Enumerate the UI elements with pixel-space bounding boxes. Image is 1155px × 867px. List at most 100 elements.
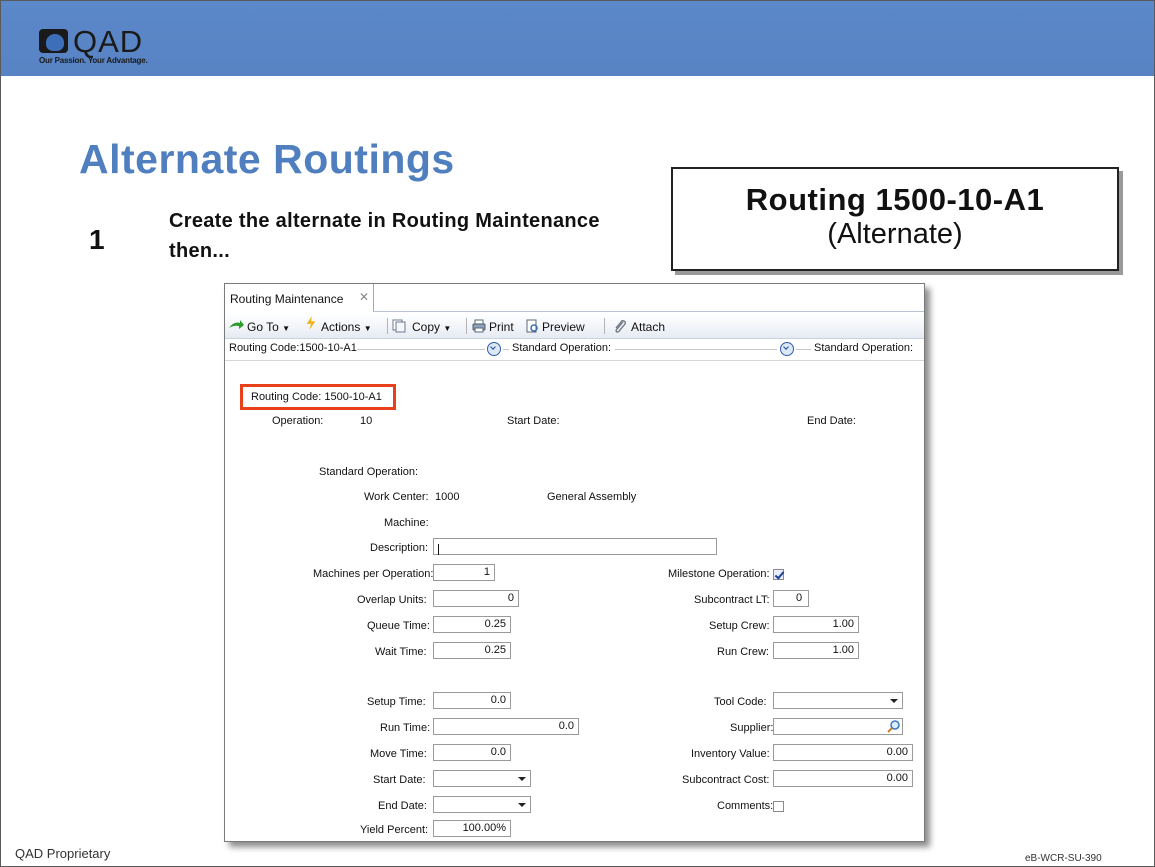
breadcrumb-standard-operation-2[interactable]: Standard Operation: xyxy=(814,342,913,354)
comments-checkbox[interactable] xyxy=(773,801,784,812)
end-date-header-label: End Date: xyxy=(807,415,856,427)
breadcrumb-standard-operation[interactable]: Standard Operation: xyxy=(512,342,611,354)
chevron-down-icon[interactable] xyxy=(780,342,794,356)
breadcrumb-line xyxy=(615,349,777,350)
tab-label: Routing Maintenance xyxy=(230,292,344,306)
milestone-operation-label: Milestone Operation: xyxy=(668,568,770,580)
toolbar-separator xyxy=(466,318,467,334)
start-date-label: Start Date: xyxy=(373,774,426,786)
move-time-label: Move Time: xyxy=(370,748,427,760)
breadcrumb-line xyxy=(503,349,509,350)
setup-time-field[interactable]: 0.0 xyxy=(433,692,511,709)
supplier-field[interactable] xyxy=(773,718,903,735)
actions-label: Actions xyxy=(321,320,361,334)
qad-logo: QAD Our Passion. Your Advantage. xyxy=(13,7,163,67)
work-center-description: General Assembly xyxy=(547,491,637,503)
callout-subtitle: (Alternate) xyxy=(827,218,963,250)
breadcrumb: Routing Code:1500-10-A1 Standard Operati… xyxy=(225,338,924,361)
standard-operation-label: Standard Operation: xyxy=(319,466,419,478)
end-date-dropdown[interactable] xyxy=(433,796,531,813)
qad-logo-icon xyxy=(39,29,68,53)
subcontract-cost-field[interactable]: 0.00 xyxy=(773,770,913,787)
description-field[interactable] xyxy=(433,538,717,555)
subcontract-lt-field[interactable]: 0 xyxy=(773,590,809,607)
run-time-field[interactable]: 0.0 xyxy=(433,718,579,735)
end-date-label: End Date: xyxy=(378,800,427,812)
go-to-arrow-icon xyxy=(229,320,244,329)
footer-proprietary: QAD Proprietary xyxy=(15,846,111,861)
step-number: 1 xyxy=(89,224,105,255)
operation-label: Operation: xyxy=(272,415,324,427)
toolbar-separator xyxy=(604,318,605,334)
subcontract-lt-label: Subcontract LT: xyxy=(694,594,770,606)
callout-title: Routing 1500-10-A1 xyxy=(745,182,1045,217)
overlap-units-label: Overlap Units: xyxy=(357,594,427,606)
tool-code-label: Tool Code: xyxy=(714,696,767,708)
queue-time-field[interactable]: 0.25 xyxy=(433,616,511,633)
chevron-down-icon: ▼ xyxy=(282,324,291,333)
wait-time-label: Wait Time: xyxy=(375,646,427,658)
run-crew-field[interactable]: 1.00 xyxy=(773,642,859,659)
wait-time-field[interactable]: 0.25 xyxy=(433,642,511,659)
close-icon[interactable]: ✕ xyxy=(359,290,369,304)
start-date-header-label: Start Date: xyxy=(507,415,560,427)
logo-word: QAD xyxy=(73,24,144,59)
tab-divider xyxy=(373,311,924,312)
inventory-value-field[interactable]: 0.00 xyxy=(773,744,913,761)
start-date-dropdown[interactable] xyxy=(433,770,531,787)
work-center-label: Work Center: xyxy=(364,491,429,503)
comments-label: Comments: xyxy=(717,800,774,812)
tool-code-dropdown[interactable] xyxy=(773,692,903,709)
machine-label: Machine: xyxy=(384,517,429,529)
routing-maintenance-window: Routing Maintenance ✕ Go To ▼ Actions ▼ … xyxy=(224,283,925,842)
toolbar: Go To ▼ Actions ▼ Copy ▼ Print Preview A… xyxy=(225,314,924,339)
breadcrumb-line xyxy=(357,349,485,350)
run-time-label: Run Time: xyxy=(380,722,431,734)
toolbar-separator xyxy=(387,318,388,334)
goto-button[interactable]: Go To ▼ xyxy=(247,320,290,334)
chevron-down-icon: ▼ xyxy=(443,324,452,333)
chevron-down-icon[interactable] xyxy=(487,342,501,356)
copy-icon xyxy=(392,319,406,333)
overlap-units-field[interactable]: 0 xyxy=(433,590,519,607)
machines-per-operation-field[interactable]: 1 xyxy=(433,564,495,581)
callout-box: Routing 1500-10-A1 (Alternate) xyxy=(671,167,1119,271)
yield-percent-label: Yield Percent: xyxy=(360,824,429,836)
machines-per-operation-label: Machines per Operation: xyxy=(313,568,434,580)
actions-button[interactable]: Actions ▼ xyxy=(321,320,372,334)
slide: QAD Our Passion. Your Advantage. Alterna… xyxy=(0,0,1155,867)
copy-label: Copy xyxy=(412,320,441,334)
work-center-value: 1000 xyxy=(435,491,460,503)
chevron-down-icon: ▼ xyxy=(363,324,372,333)
supplier-label: Supplier: xyxy=(730,722,774,734)
actions-lightning-icon xyxy=(306,316,316,330)
tab-routing-maintenance[interactable]: Routing Maintenance ✕ xyxy=(225,284,374,311)
paperclip-icon xyxy=(615,320,626,333)
logo-tagline: Our Passion. Your Advantage. xyxy=(39,56,148,65)
attach-button[interactable]: Attach xyxy=(631,320,665,334)
move-time-field[interactable]: 0.0 xyxy=(433,744,511,761)
slide-title: Alternate Routings xyxy=(79,136,455,182)
description-label: Description: xyxy=(370,542,429,554)
search-icon[interactable] xyxy=(887,719,901,733)
copy-button[interactable]: Copy ▼ xyxy=(412,320,451,334)
print-button[interactable]: Print xyxy=(489,320,514,334)
operation-value: 10 xyxy=(360,415,373,427)
setup-crew-label: Setup Crew: xyxy=(709,620,770,632)
printer-icon xyxy=(472,319,486,333)
breadcrumb-routing-code[interactable]: Routing Code:1500-10-A1 xyxy=(229,342,357,354)
preview-icon xyxy=(526,319,538,333)
goto-label: Go To xyxy=(247,320,279,334)
subcontract-cost-label: Subcontract Cost: xyxy=(682,774,770,786)
yield-percent-field[interactable]: 100.00% xyxy=(433,820,511,837)
milestone-operation-checkbox[interactable] xyxy=(773,569,784,580)
queue-time-label: Queue Time: xyxy=(367,620,430,632)
step-text: Create the alternate in Routing Maintena… xyxy=(169,210,600,262)
routing-code-header: Routing Code: 1500-10-A1 xyxy=(251,391,382,403)
breadcrumb-line xyxy=(796,349,811,350)
setup-crew-field[interactable]: 1.00 xyxy=(773,616,859,633)
run-crew-label: Run Crew: xyxy=(717,646,769,658)
header-banner: QAD Our Passion. Your Advantage. xyxy=(1,1,1154,76)
preview-button[interactable]: Preview xyxy=(542,320,585,334)
footer-code: eB-WCR-SU-390 xyxy=(1025,853,1102,864)
